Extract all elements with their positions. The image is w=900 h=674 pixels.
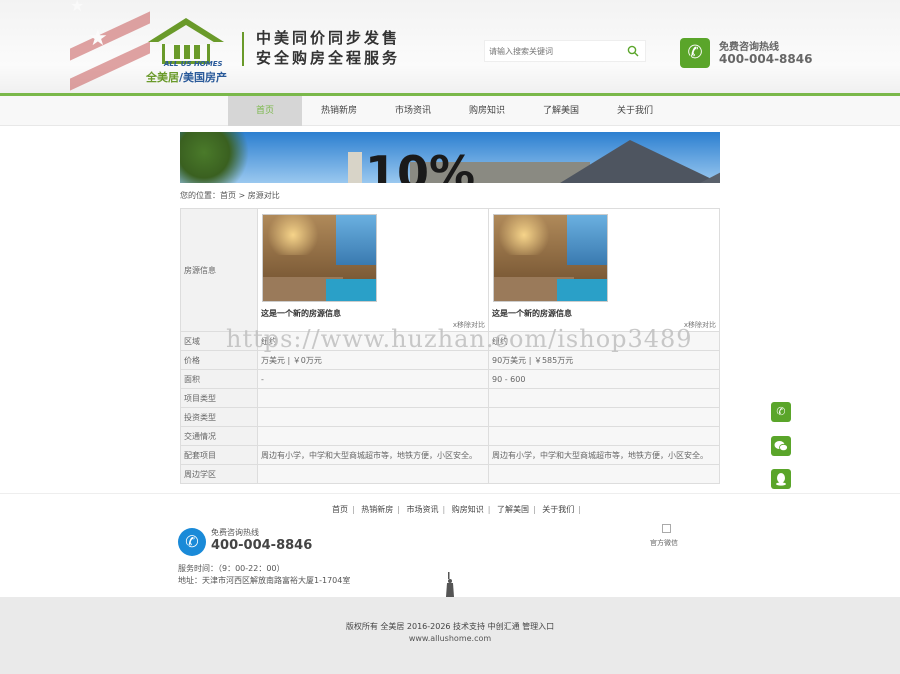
banner-text: 10% bbox=[365, 146, 476, 183]
main-nav: 首页 热销新房 市场资讯 购房知识 了解美国 关于我们 bbox=[0, 93, 900, 126]
footer-link-home[interactable]: 首页 bbox=[332, 505, 348, 514]
property-cell: 这是一个新的房源信息 x移除对比 bbox=[488, 208, 720, 332]
table-cell bbox=[257, 388, 489, 408]
footer-link-buying-guide[interactable]: 购房知识 bbox=[452, 505, 484, 514]
header: ★ ★ ALL US HOMES 全美居/美国房产 中美同价同步发售 安全购房全… bbox=[0, 0, 900, 93]
site-logo[interactable]: ALL US HOMES 全美居/美国房产 bbox=[140, 14, 240, 84]
table-cell bbox=[488, 407, 720, 427]
address: 地址：天津市河西区解放南路富裕大厦1-1704室 bbox=[178, 576, 351, 585]
table-cell: 周边有小学，中学和大型商城超市等，地铁方便，小区安全。 bbox=[488, 445, 720, 465]
hotline-label: 免费咨询热线 bbox=[719, 42, 779, 53]
table-row: 交通情况 bbox=[180, 426, 720, 446]
row-label: 周边学区 bbox=[180, 464, 258, 484]
table-row: 项目类型 bbox=[180, 388, 720, 408]
table-row: 价格 万美元 | ￥0万元 90万美元 | ￥585万元 bbox=[180, 350, 720, 370]
wechat-icon[interactable] bbox=[771, 436, 791, 456]
row-label: 面积 bbox=[180, 369, 258, 389]
wechat-qr-image bbox=[662, 524, 671, 533]
table-row: 周边学区 bbox=[180, 464, 720, 484]
table-cell: 周边有小学，中学和大型商城超市等，地铁方便，小区安全。 bbox=[257, 445, 489, 465]
property-image[interactable] bbox=[262, 213, 377, 302]
table-cell bbox=[488, 388, 720, 408]
property-title[interactable]: 这是一个新的房源信息 bbox=[492, 308, 572, 319]
phone-icon[interactable]: ✆ bbox=[771, 402, 791, 422]
statue-of-liberty-icon bbox=[446, 572, 454, 597]
logo-text-en: ALL US HOMES bbox=[164, 60, 223, 68]
search-box bbox=[484, 40, 646, 62]
search-input[interactable] bbox=[485, 41, 615, 61]
nav-item-about-us[interactable]: 关于我们 bbox=[598, 96, 672, 126]
nav-item-home[interactable]: 首页 bbox=[228, 96, 302, 126]
property-cell: 这是一个新的房源信息 x移除对比 bbox=[257, 208, 489, 332]
footer-hotline-number: 400-004-8846 bbox=[211, 538, 313, 553]
table-cell bbox=[257, 464, 489, 484]
row-label: 价格 bbox=[180, 350, 258, 370]
row-label: 房源信息 bbox=[180, 208, 258, 332]
footer-link-market-news[interactable]: 市场资讯 bbox=[407, 505, 439, 514]
table-cell bbox=[257, 407, 489, 427]
nav-item-about-usa[interactable]: 了解美国 bbox=[524, 96, 598, 126]
table-row: 配套项目 周边有小学，中学和大型商城超市等，地铁方便，小区安全。 周边有小学，中学和… bbox=[180, 445, 720, 465]
table-cell bbox=[488, 426, 720, 446]
phone-icon: ✆ bbox=[178, 528, 206, 556]
table-cell: 90 - 600 bbox=[488, 369, 720, 389]
table-cell bbox=[488, 464, 720, 484]
wechat-label: 官方微信 bbox=[650, 539, 678, 547]
table-cell: 90万美元 | ￥585万元 bbox=[488, 350, 720, 370]
row-label: 投资类型 bbox=[180, 407, 258, 427]
nav-item-hot-houses[interactable]: 热销新房 bbox=[302, 96, 376, 126]
copyright-bar: 版权所有 全美居 2016-2026 技术支持 中创汇通 管理入口 www.al… bbox=[0, 597, 900, 674]
row-label: 交通情况 bbox=[180, 426, 258, 446]
watermark-text: https://www.huzhan.com/ishop3489 bbox=[226, 325, 693, 353]
website-url[interactable]: www.allushome.com bbox=[0, 634, 900, 643]
hotline-number: 400-004-8846 bbox=[719, 52, 813, 66]
property-title[interactable]: 这是一个新的房源信息 bbox=[261, 308, 341, 319]
phone-icon: ✆ bbox=[680, 38, 710, 68]
slogan-line-1: 中美同价同步发售 bbox=[256, 29, 401, 47]
service-hours: 服务时间：（9：00-22：00） bbox=[178, 564, 285, 573]
search-icon[interactable] bbox=[627, 45, 639, 57]
footer-hotline-label: 免费咨询热线 bbox=[211, 528, 259, 537]
breadcrumb: 您的位置：首页 > 房源对比 bbox=[180, 191, 280, 200]
row-label: 项目类型 bbox=[180, 388, 258, 408]
property-image[interactable] bbox=[493, 213, 608, 302]
slogan-line-2: 安全购房全程服务 bbox=[256, 49, 401, 67]
nav-item-buying-guide[interactable]: 购房知识 bbox=[450, 96, 524, 126]
slogan: 中美同价同步发售 安全购房全程服务 bbox=[256, 28, 400, 68]
row-label: 配套项目 bbox=[180, 445, 258, 465]
table-cell: 万美元 | ￥0万元 bbox=[257, 350, 489, 370]
table-row: 面积 -90 - 600 bbox=[180, 369, 720, 389]
footer-link-hot-houses[interactable]: 热销新房 bbox=[361, 505, 393, 514]
banner-image[interactable]: 10% bbox=[180, 132, 720, 183]
header-divider bbox=[242, 32, 244, 66]
footer-nav: 首页 | 热销新房 | 市场资讯 | 购房知识 | 了解美国 | 关于我们 | bbox=[332, 505, 581, 514]
footer-link-about-us[interactable]: 关于我们 bbox=[542, 505, 574, 514]
footer-link-about-usa[interactable]: 了解美国 bbox=[497, 505, 529, 514]
flag-decoration: ★ ★ bbox=[70, 0, 150, 93]
table-cell bbox=[257, 426, 489, 446]
qq-icon[interactable] bbox=[771, 469, 791, 489]
copyright-text: 版权所有 全美居 2016-2026 技术支持 中创汇通 管理入口 bbox=[345, 622, 555, 631]
table-cell: - bbox=[257, 369, 489, 389]
table-row: 房源信息 这是一个新的房源信息 x移除对比 这是一个新的房源信息 x移除对比 bbox=[180, 208, 720, 332]
nav-item-market-news[interactable]: 市场资讯 bbox=[376, 96, 450, 126]
table-row: 投资类型 bbox=[180, 407, 720, 427]
logo-text-cn: 全美居/美国房产 bbox=[146, 71, 228, 84]
